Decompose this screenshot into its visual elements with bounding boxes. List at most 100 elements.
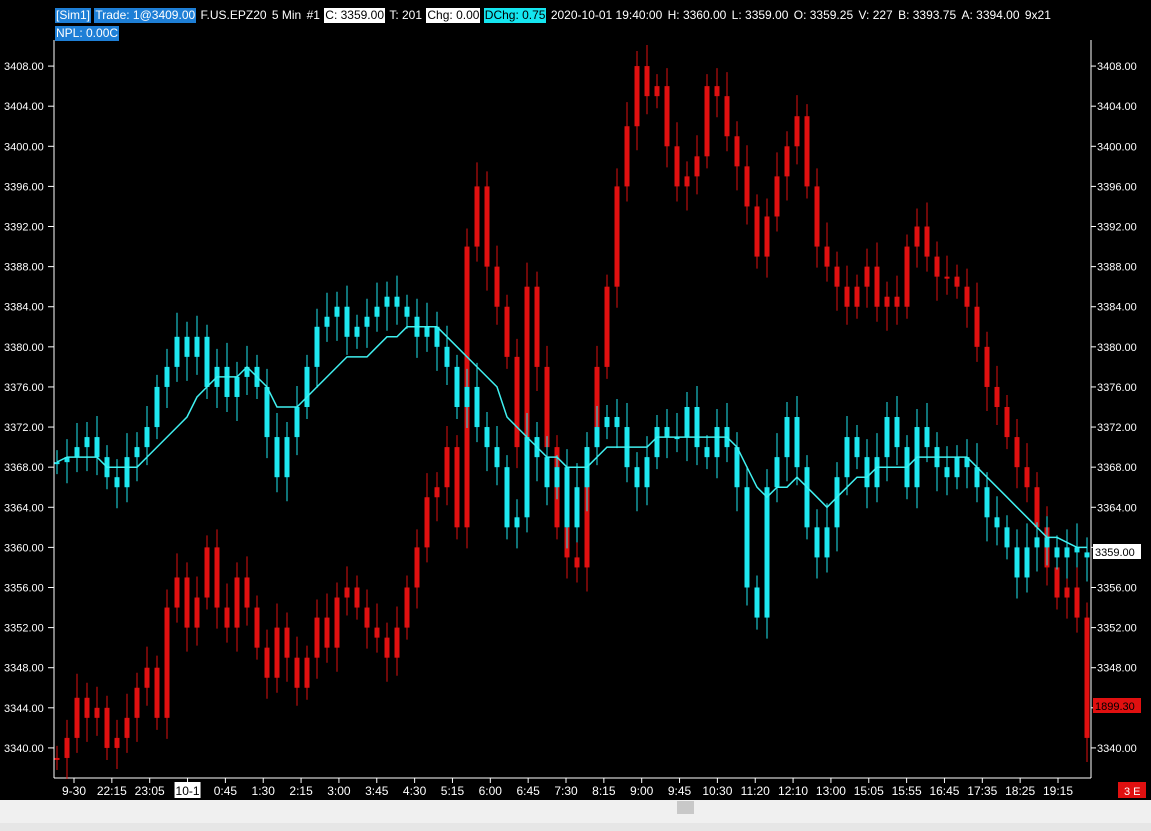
candle-body — [874, 266, 880, 307]
y-tick-label-right: 3380.00 — [1097, 342, 1137, 354]
candle-body — [274, 437, 280, 478]
x-tick-label: 6:45 — [516, 784, 540, 798]
candle-body — [924, 226, 930, 257]
y-tick-label-right: 3408.00 — [1097, 61, 1137, 73]
candle-body — [194, 597, 200, 628]
account-label[interactable]: [Sim1] — [55, 8, 92, 23]
candle-body — [764, 487, 770, 618]
candle-body — [494, 447, 500, 468]
candle-body — [444, 447, 450, 488]
y-tick-label-left: 3364.00 — [4, 502, 44, 514]
candle-body — [464, 386, 470, 407]
candle-body — [524, 437, 530, 518]
close-value: C: 3359.00 — [324, 8, 385, 23]
x-tick-label: 9:45 — [668, 784, 692, 798]
candle-body — [864, 457, 870, 488]
candle-body — [684, 176, 690, 187]
red-tag: 1899.30 — [1095, 701, 1135, 713]
candle-body — [84, 697, 90, 718]
x-tick-label: 23:05 — [135, 784, 165, 798]
candle-body — [224, 366, 230, 397]
y-tick-label-left: 3384.00 — [4, 302, 44, 314]
scrollbar-thumb[interactable] — [677, 801, 694, 814]
candle-body — [1014, 437, 1020, 468]
x-tick-label: 10-1 — [176, 784, 200, 798]
x-tick-label: 4:30 — [403, 784, 427, 798]
datetime-value: 2020-10-01 19:40:00 — [550, 8, 663, 22]
candle-body — [344, 306, 350, 337]
candle-body — [804, 467, 810, 528]
x-tick-label: 3:45 — [365, 784, 389, 798]
candle-body — [814, 186, 820, 247]
candle-body — [754, 587, 760, 618]
candle-body — [944, 276, 950, 279]
candle-body — [994, 517, 1000, 528]
candle-body — [304, 657, 310, 688]
y-tick-label-left: 3408.00 — [4, 61, 44, 73]
candle-body — [454, 366, 460, 407]
candle-body — [344, 587, 350, 598]
candle-body — [84, 437, 90, 448]
candle-body — [74, 697, 80, 738]
candle-body — [1034, 487, 1040, 528]
candle-body — [844, 437, 850, 478]
candle-body — [274, 627, 280, 678]
candle-body — [954, 276, 960, 287]
change-value: Chg: 0.00 — [426, 8, 481, 23]
candle-body — [794, 116, 800, 147]
candle-body — [574, 557, 580, 568]
low-value: L: 3359.00 — [731, 8, 789, 22]
candle-body — [444, 346, 450, 367]
candle-body — [1064, 547, 1070, 558]
chart-background — [0, 0, 1151, 831]
candle-body — [544, 366, 550, 448]
y-tick-label-left: 3368.00 — [4, 462, 44, 474]
candle-body — [664, 86, 670, 147]
candle-body — [644, 66, 650, 97]
candle-body — [664, 427, 670, 438]
candle-body — [194, 336, 200, 357]
y-tick-label-right: 3376.00 — [1097, 382, 1137, 394]
candle-body — [264, 386, 270, 438]
candle-body — [764, 216, 770, 257]
candle-body — [54, 462, 60, 465]
candle-body — [694, 407, 700, 448]
candle-body — [974, 306, 980, 347]
status-strip — [0, 823, 1151, 831]
candle-body — [264, 647, 270, 678]
y-tick-label-right: 3348.00 — [1097, 663, 1137, 675]
y-tick-label-right: 3368.00 — [1097, 462, 1137, 474]
candle-body — [1054, 547, 1060, 558]
candle-body — [534, 286, 540, 367]
candle-body — [154, 386, 160, 428]
candle-body — [714, 86, 720, 97]
candle-body — [884, 417, 890, 458]
candle-body — [314, 617, 320, 658]
candle-body — [774, 457, 780, 488]
candle-body — [434, 487, 440, 498]
y-tick-label-right: 3352.00 — [1097, 623, 1137, 635]
x-tick-label: 0:45 — [214, 784, 238, 798]
trade-label[interactable]: Trade: 1@3409.00 — [94, 8, 197, 23]
candle-body — [424, 326, 430, 337]
candle-body — [654, 427, 660, 458]
candle-body — [574, 487, 580, 528]
candle-body — [334, 597, 340, 648]
candle-body — [334, 306, 340, 317]
y-tick-label-left: 3388.00 — [4, 262, 44, 274]
x-tick-label: 13:00 — [816, 784, 846, 798]
x-tick-label: 22:15 — [97, 784, 127, 798]
candle-body — [184, 577, 190, 628]
high-value: H: 3360.00 — [667, 8, 727, 22]
candle-body — [224, 607, 230, 628]
x-tick-label: 2:15 — [289, 784, 313, 798]
candle-body — [94, 707, 100, 718]
price-chart[interactable]: 3340.00 3344.00 3348.00 3352.00 3356.00 3360.… — [0, 0, 1151, 831]
dchange-value: DChg: 0.75 — [483, 8, 547, 23]
y-tick-label-left: 3376.00 — [4, 382, 44, 394]
symbol-label: F.US.EPZ20 — [200, 8, 267, 22]
candle-body — [234, 577, 240, 628]
y-tick-label-right: 3356.00 — [1097, 582, 1137, 594]
y-tick-label-right: 3384.00 — [1097, 302, 1137, 314]
candle-body — [484, 186, 490, 267]
